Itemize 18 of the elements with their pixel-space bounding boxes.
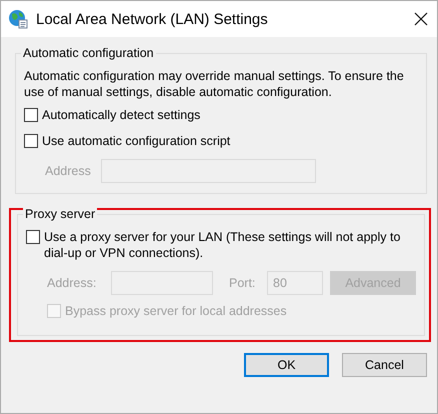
field-label: Address: — [47, 276, 98, 290]
checkbox-label: Use automatic configuration script — [42, 133, 230, 149]
dialog-button[interactable]: OK — [244, 353, 329, 377]
checkbox-label: Bypass proxy server for local addresses — [65, 303, 287, 319]
checkbox-label: Automatically detect settings — [42, 107, 200, 123]
group-legend: Proxy server — [23, 207, 98, 221]
field-label: Address — [45, 164, 91, 178]
checkbox[interactable] — [26, 230, 40, 244]
group-legend: Automatic configuration — [21, 46, 156, 60]
checkbox-label: Use a proxy server for your LAN (These settings will not apply to dial-up or VPN connections). — [44, 229, 402, 261]
close-icon[interactable] — [413, 11, 429, 27]
window-title: Local Area Network (LAN) Settings — [36, 10, 269, 28]
description-text: Automatic configuration may override manual settings. To ensure the use of manual settings, disable automatic configuration. — [24, 68, 405, 100]
checkbox[interactable] — [24, 108, 38, 122]
field-label: Port: — [229, 276, 256, 290]
dialog-button[interactable]: Cancel — [342, 353, 427, 377]
checkbox[interactable] — [24, 134, 38, 148]
globe-icon — [8, 9, 28, 29]
